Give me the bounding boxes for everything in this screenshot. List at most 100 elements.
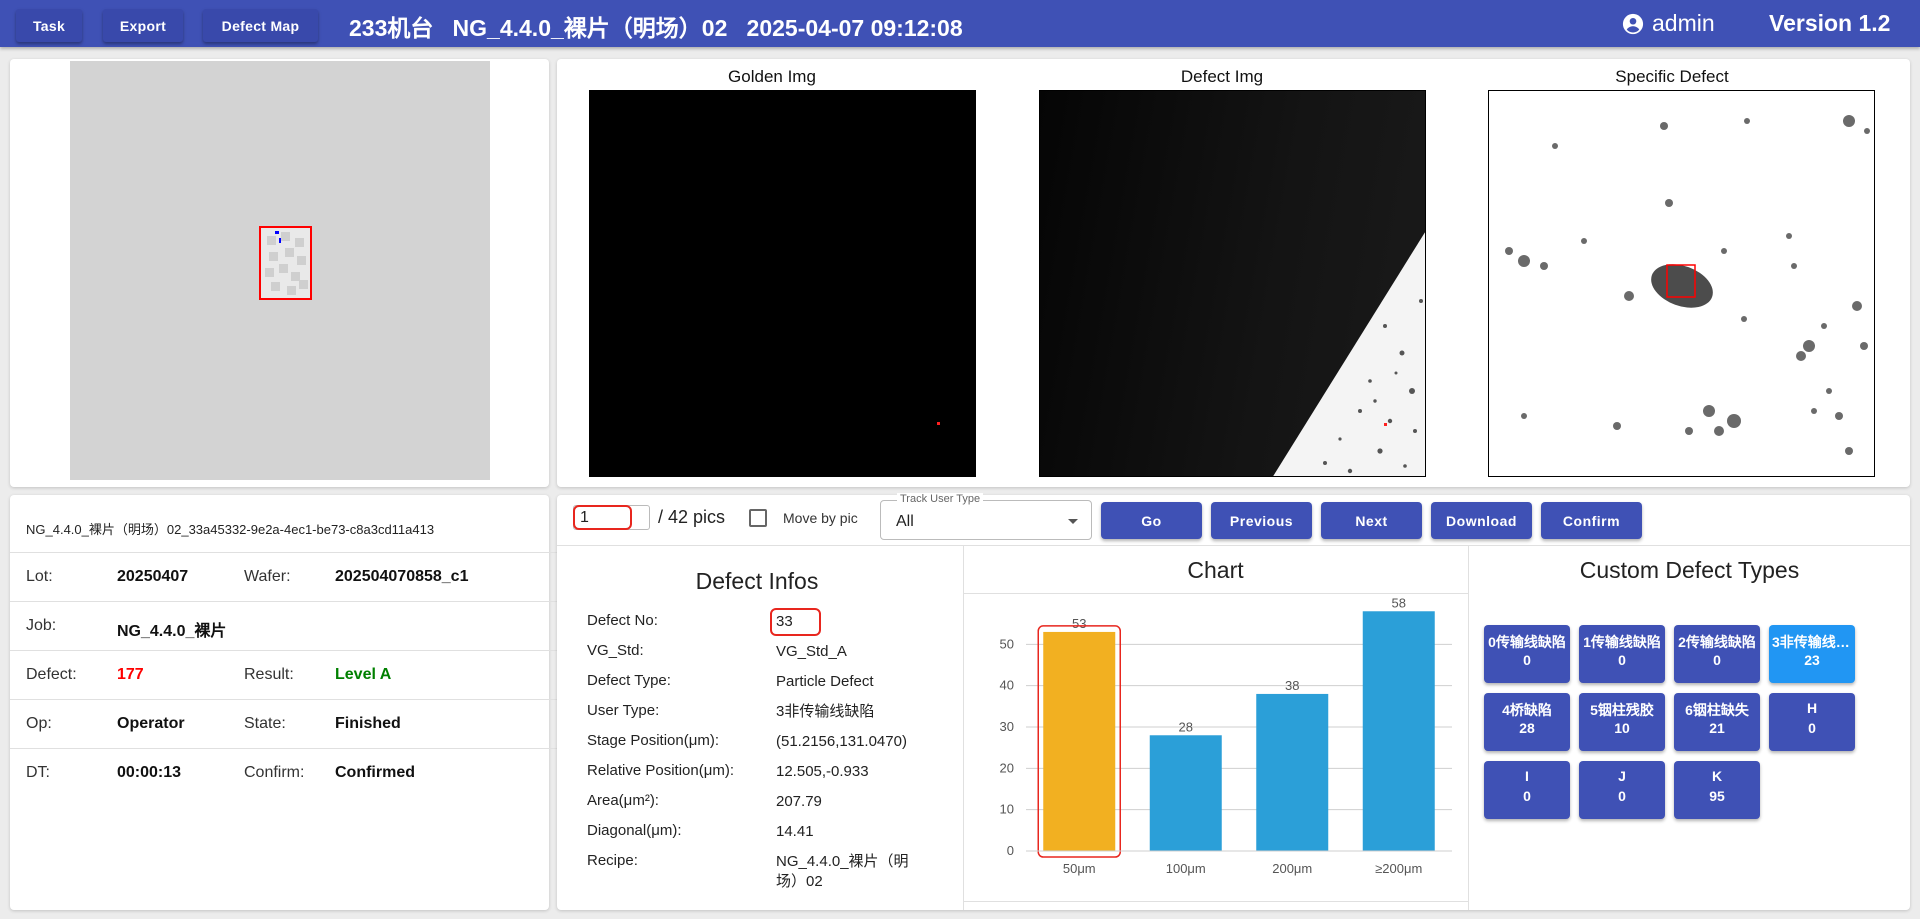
custom-type-button[interactable]: J0	[1579, 761, 1665, 819]
x-category-label: ≥200μm	[1375, 861, 1422, 876]
bar-value-label: 53	[1072, 616, 1086, 631]
info-row-lot: Lot: 20250407 Wafer: 202504070858_c1	[10, 552, 559, 601]
defect-summary-panel: NG_4.4.0_裸片（明场）02_33a45332-9e2a-4ec1-be7…	[10, 495, 559, 910]
golden-image-label: Golden Img	[728, 67, 816, 86]
account-icon	[1622, 13, 1644, 34]
specific-defect-label: Specific Defect	[1615, 67, 1729, 86]
chart-header-divider	[964, 593, 1468, 594]
specific-defect-image	[1488, 90, 1875, 477]
y-tick-label: 30	[1000, 719, 1014, 734]
image-comparison-panel: Golden Img Defect Img Specific Defect	[557, 59, 1910, 487]
custom-type-name: 3非传输线缺陷	[1772, 634, 1855, 650]
defect-info-value: (51.2156,131.0470)	[776, 733, 907, 750]
custom-type-count: 0	[1523, 652, 1531, 668]
defect-info-value: 14.41	[776, 823, 814, 840]
custom-type-button[interactable]: K 95	[1674, 761, 1760, 819]
export-button[interactable]: Export	[103, 9, 183, 42]
wafer-value: 202504070858_c1	[335, 568, 469, 585]
op-value: Operator	[117, 715, 185, 732]
chart-bar	[1043, 631, 1116, 851]
chart-title: Chart	[1187, 557, 1244, 583]
custom-type-button[interactable]: 6铟柱缺失 21	[1674, 693, 1760, 751]
custom-type-count: 28	[1519, 720, 1535, 736]
custom-type-button[interactable]: 0传输线缺陷 0	[1484, 625, 1570, 683]
custom-type-count: 0	[1618, 788, 1626, 804]
defect-info-label: VG_Std:	[587, 642, 644, 659]
dropdown-arrow-icon	[1068, 519, 1078, 524]
defect-info-value: Particle Defect	[776, 673, 874, 690]
dt-label: DT:	[26, 764, 50, 781]
x-category-label: 50μm	[1063, 861, 1096, 876]
bar-value-label: 28	[1179, 719, 1193, 734]
custom-type-name: 4桥缺陷	[1502, 702, 1552, 718]
user-menu[interactable]: admin	[1622, 10, 1715, 37]
custom-type-button[interactable]: I0	[1484, 761, 1570, 819]
defect-info-label: Defect No:	[587, 612, 658, 629]
defect-map-button[interactable]: Defect Map	[203, 9, 318, 42]
defect-info-value: 12.505,-0.933	[776, 763, 869, 780]
confirm-button[interactable]: Confirm	[1541, 502, 1642, 539]
pic-input-highlight	[573, 505, 632, 530]
page-title: 233机台 NG_4.4.0_裸片（明场）02 2025-04-07 09:12…	[349, 15, 963, 41]
defect-image-label: Defect Img	[1180, 67, 1264, 86]
defect-info-label: Defect Type:	[587, 672, 671, 689]
info-row-dt: DT: 00:00:13 Confirm: Confirmed	[10, 748, 559, 797]
custom-type-count: 0	[1523, 788, 1531, 804]
y-tick-label: 50	[1000, 636, 1014, 651]
top-app-bar: Task Export Defect Map 233机台 NG_4.4.0_裸片…	[0, 0, 1920, 47]
pic-count: / 42 pics	[658, 507, 726, 527]
defect-size-chart: 0 10 20 30 40 50 53 50μm 28 100μm 38 200μm 58 ≥200μm	[1000, 595, 1452, 876]
custom-type-count: 0	[1808, 720, 1816, 736]
defect-image	[1039, 90, 1426, 477]
version-label: Version 1.2	[1769, 10, 1891, 36]
result-label: Result:	[244, 666, 294, 683]
custom-type-name: H	[1806, 700, 1818, 716]
custom-type-button[interactable]: H0	[1769, 693, 1855, 751]
chart-bar	[1256, 693, 1329, 851]
golden-image	[589, 90, 976, 477]
defect-info-label: User Type:	[587, 702, 660, 719]
confirm-label: Confirm:	[244, 764, 305, 781]
state-label: State:	[244, 715, 286, 732]
task-button[interactable]: Task	[16, 9, 82, 42]
custom-type-name: 5铟柱残胶	[1590, 702, 1654, 718]
go-button[interactable]: Go	[1101, 502, 1202, 539]
move-by-pic-checkbox[interactable]	[749, 509, 767, 527]
confirm-value: Confirmed	[335, 764, 415, 781]
next-button[interactable]: Next	[1321, 502, 1422, 539]
job-value: NG_4.4.0_裸片	[117, 623, 227, 640]
previous-button[interactable]: Previous	[1211, 502, 1312, 539]
panel-divider	[1468, 545, 1469, 910]
result-value: Level A	[335, 666, 392, 683]
defect-info-label: Relative Position(μm):	[587, 762, 735, 779]
custom-type-button[interactable]: 3非传输线缺陷 23	[1769, 625, 1855, 683]
y-tick-label: 10	[1000, 802, 1014, 817]
custom-type-button[interactable]: 4桥缺陷 28	[1484, 693, 1570, 751]
track-user-type-select[interactable]: Track User Type All	[880, 493, 1092, 540]
defect-info-label: Stage Position(μm):	[587, 732, 720, 749]
wafer-map-panel	[10, 59, 549, 487]
download-button[interactable]: Download	[1431, 502, 1532, 539]
defect-info-label: Area(μm²):	[587, 792, 659, 809]
chart-footer-divider	[964, 901, 1468, 902]
track-user-type-value: All	[896, 513, 914, 530]
toolbar-divider	[557, 545, 1910, 546]
custom-type-name: 0传输线缺陷	[1488, 634, 1566, 650]
track-user-type-caption: Track User Type	[897, 493, 984, 505]
custom-type-name: I	[1525, 768, 1529, 784]
custom-type-button[interactable]: 2传输线缺陷 0	[1674, 625, 1760, 683]
y-tick-label: 0	[1007, 843, 1014, 858]
custom-type-button[interactable]: 5铟柱残胶 10	[1579, 693, 1665, 751]
info-row-op: Op: Operator State: Finished	[10, 699, 559, 748]
x-category-label: 200μm	[1272, 861, 1312, 876]
defect-detail-panel: 1 / 42 pics Move by pic Track User Type …	[557, 493, 1910, 910]
selected-die-region[interactable]	[259, 226, 312, 300]
defect-infos-title: Defect Infos	[695, 568, 819, 594]
custom-type-name: 6铟柱缺失	[1685, 702, 1749, 718]
custom-type-name: 2传输线缺陷	[1678, 634, 1756, 650]
custom-type-button[interactable]: 1传输线缺陷 0	[1579, 625, 1665, 683]
custom-type-name: J	[1618, 768, 1626, 784]
move-by-pic-label: Move by pic	[783, 510, 858, 526]
bar-value-label: 38	[1285, 678, 1299, 693]
defect-info-label: Recipe:	[587, 852, 638, 869]
